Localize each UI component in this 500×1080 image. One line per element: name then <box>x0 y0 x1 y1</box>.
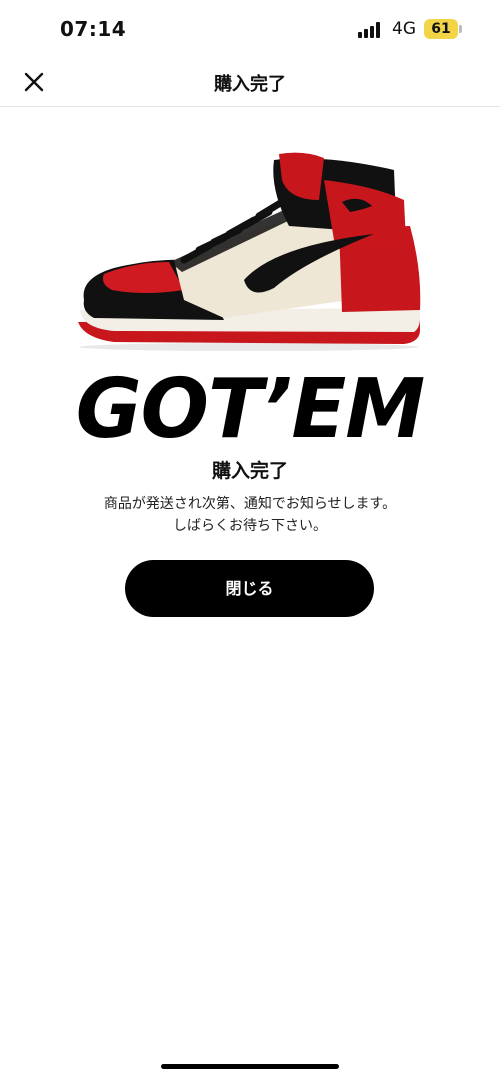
page-title: 購入完了 <box>214 74 286 95</box>
message-line-1: 商品が発送され次第、通知でお知らせします。 <box>103 496 397 512</box>
battery-cap <box>459 25 462 33</box>
network-type: 4G <box>392 19 416 39</box>
notification-message: 商品が発送され次第、通知でお知らせします。 しばらくお待ち下さい。 <box>40 493 460 537</box>
battery-icon: 61 <box>424 19 458 39</box>
nav-bar: 購入完了 <box>0 60 500 107</box>
message-line-2: しばらくお待ち下さい。 <box>173 518 327 534</box>
status-time: 07:14 <box>60 17 127 41</box>
sneaker-image <box>74 150 424 355</box>
status-bar: 07:14 4G 61 <box>0 0 500 60</box>
signal-icon <box>358 22 384 38</box>
gotem-headline: GOT’EM <box>75 362 426 457</box>
home-indicator[interactable] <box>161 1064 339 1069</box>
purchase-complete-heading: 購入完了 <box>211 460 288 482</box>
close-button[interactable]: 閉じる <box>125 560 374 617</box>
